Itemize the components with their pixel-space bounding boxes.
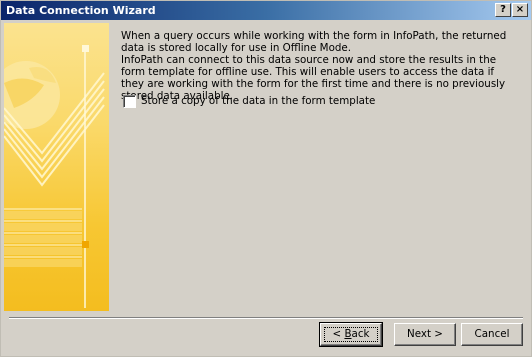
store-copy-checkbox[interactable] (123, 95, 136, 108)
button-separator (9, 317, 523, 319)
back-button[interactable]: < Back (319, 322, 383, 347)
wizard-dialog: Data Connection Wizard ? × When a query … (0, 0, 532, 357)
wizard-decorative-panel (4, 23, 109, 311)
focus-rectangle (324, 327, 378, 342)
wizard-content: When a query occurs while working with t… (121, 30, 519, 102)
offline-mode-description: When a query occurs while working with t… (121, 30, 507, 54)
cancel-button[interactable]: Cancel (461, 323, 523, 346)
infopath-artwork (4, 45, 105, 308)
close-button[interactable]: × (512, 3, 528, 17)
window-title: Data Connection Wizard (6, 4, 156, 17)
next-button[interactable]: Next > (394, 323, 456, 346)
title-bar[interactable]: Data Connection Wizard ? × (1, 1, 531, 20)
help-button[interactable]: ? (495, 3, 511, 17)
store-copy-label[interactable]: Store a copy of the data in the form tem… (141, 95, 375, 107)
